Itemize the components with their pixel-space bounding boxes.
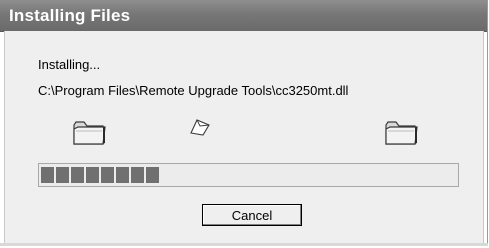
progress-fill (41, 167, 159, 183)
current-file-path: C:\Program Files\Remote Upgrade Tools\cc… (38, 83, 349, 98)
cancel-button[interactable]: Cancel (202, 204, 302, 226)
title-bar[interactable]: Installing Files (0, 0, 487, 32)
progress-bar (38, 163, 459, 187)
window-title: Installing Files (9, 6, 131, 25)
status-label: Installing... (38, 57, 101, 72)
progress-block (131, 167, 144, 183)
progress-block (116, 167, 129, 183)
window-bottom-edge (0, 243, 488, 246)
progress-block (101, 167, 114, 183)
progress-block (71, 167, 84, 183)
source-folder-icon (72, 117, 106, 152)
destination-folder-icon (384, 117, 418, 152)
flying-document-icon (188, 117, 212, 142)
install-dialog: Installing Files Installing... C:\Progra… (0, 0, 488, 246)
progress-block (41, 167, 54, 183)
progress-block (146, 167, 159, 183)
progress-block (56, 167, 69, 183)
progress-block (86, 167, 99, 183)
